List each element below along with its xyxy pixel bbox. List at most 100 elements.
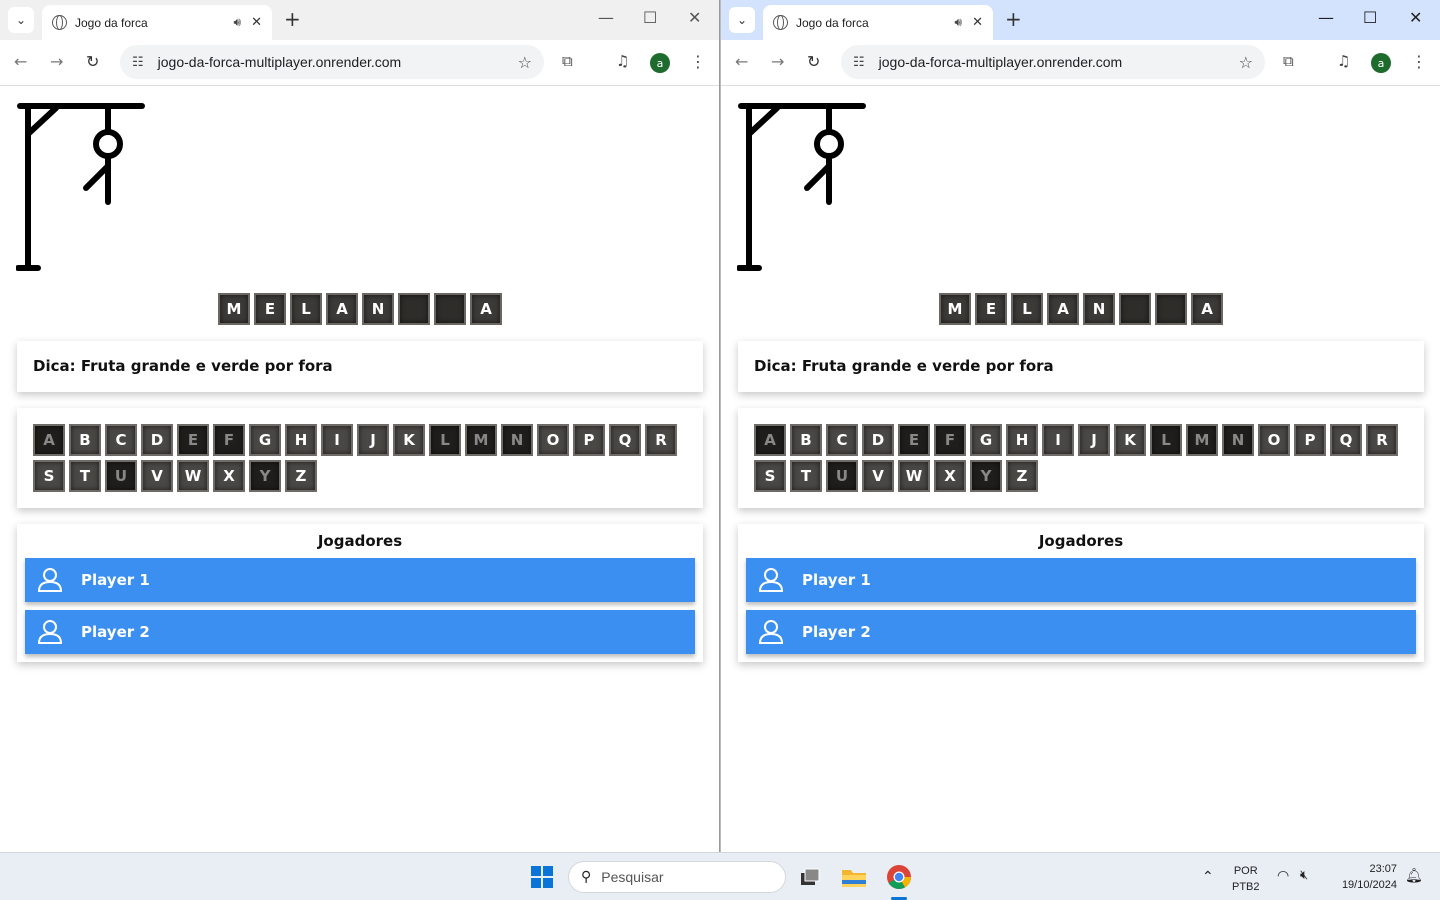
letter-key-p[interactable]: P [573, 424, 605, 456]
letter-key-b[interactable]: B [69, 424, 101, 456]
menu-kebab-icon[interactable]: ⋮ [690, 52, 706, 71]
letter-key-k[interactable]: K [393, 424, 425, 456]
letter-key-h[interactable]: H [1006, 424, 1038, 456]
letter-key-m[interactable]: M [1186, 424, 1218, 456]
bookmark-star-icon[interactable]: ☆ [518, 53, 532, 72]
letter-key-j[interactable]: J [1078, 424, 1110, 456]
clock[interactable]: 23:07 19/10/2024 [1333, 861, 1397, 893]
browser-tab[interactable]: Jogo da forca 🔊︎ ✕ [42, 5, 272, 40]
player-card[interactable]: Player 1 [25, 558, 695, 602]
back-button[interactable]: ← [735, 52, 748, 71]
chrome-icon[interactable] [883, 862, 915, 892]
letter-key-f[interactable]: F [934, 424, 966, 456]
language-indicator[interactable]: POR PTB2 [1232, 863, 1260, 895]
player-card[interactable]: Player 2 [746, 610, 1416, 654]
letter-key-n[interactable]: N [1222, 424, 1254, 456]
minimize-button[interactable]: — [598, 8, 614, 27]
reload-button[interactable]: ↻ [86, 52, 99, 71]
letter-key-x[interactable]: X [213, 460, 245, 492]
letter-key-s[interactable]: S [754, 460, 786, 492]
letter-key-g[interactable]: G [970, 424, 1002, 456]
letter-key-y[interactable]: Y [249, 460, 281, 492]
letter-key-h[interactable]: H [285, 424, 317, 456]
close-tab-icon[interactable]: ✕ [972, 15, 983, 30]
letter-key-o[interactable]: O [1258, 424, 1290, 456]
extensions-icon[interactable]: ⧉ [562, 52, 573, 70]
letter-key-v[interactable]: V [862, 460, 894, 492]
start-button[interactable] [531, 866, 553, 888]
site-info-icon[interactable]: ☷ [853, 55, 865, 70]
browser-tab[interactable]: Jogo da forca 🔊︎ ✕ [763, 5, 993, 40]
letter-key-t[interactable]: T [790, 460, 822, 492]
site-info-icon[interactable]: ☷ [132, 55, 144, 70]
close-tab-icon[interactable]: ✕ [251, 15, 262, 30]
letter-key-k[interactable]: K [1114, 424, 1146, 456]
letter-key-e[interactable]: E [898, 424, 930, 456]
new-tab-button[interactable]: + [1005, 8, 1022, 30]
letter-key-q[interactable]: Q [609, 424, 641, 456]
media-control-icon[interactable]: ♫ [616, 52, 629, 70]
menu-kebab-icon[interactable]: ⋮ [1411, 52, 1427, 71]
letter-key-f[interactable]: F [213, 424, 245, 456]
player-card[interactable]: Player 1 [746, 558, 1416, 602]
letter-key-l[interactable]: L [429, 424, 461, 456]
close-window-button[interactable]: ✕ [688, 8, 701, 27]
profile-avatar[interactable]: a [1371, 53, 1391, 73]
letter-key-l[interactable]: L [1150, 424, 1182, 456]
letter-key-c[interactable]: C [826, 424, 858, 456]
new-tab-button[interactable]: + [284, 8, 301, 30]
task-view-icon[interactable] [794, 862, 826, 892]
maximize-button[interactable]: ☐ [1363, 8, 1377, 27]
media-control-icon[interactable]: ♫ [1337, 52, 1350, 70]
tab-search-button[interactable]: ⌄ [8, 7, 34, 33]
letter-key-j[interactable]: J [357, 424, 389, 456]
letter-key-x[interactable]: X [934, 460, 966, 492]
extensions-icon[interactable]: ⧉ [1283, 52, 1294, 70]
player-card[interactable]: Player 2 [25, 610, 695, 654]
letter-key-c[interactable]: C [105, 424, 137, 456]
letter-key-y[interactable]: Y [970, 460, 1002, 492]
taskbar-search[interactable]: ⚲ Pesquisar [568, 861, 786, 893]
maximize-button[interactable]: ☐ [643, 8, 657, 27]
letter-key-u[interactable]: U [105, 460, 137, 492]
letter-key-z[interactable]: Z [285, 460, 317, 492]
address-bar[interactable]: ☷ jogo-da-forca-multiplayer.onrender.com… [841, 45, 1265, 79]
letter-key-i[interactable]: I [1042, 424, 1074, 456]
chevron-up-icon[interactable]: ⌃ [1202, 868, 1214, 885]
letter-key-q[interactable]: Q [1330, 424, 1362, 456]
speaker-icon[interactable]: 🔊︎ [955, 15, 963, 30]
profile-avatar[interactable]: a [650, 53, 670, 73]
letter-key-w[interactable]: W [177, 460, 209, 492]
letter-key-r[interactable]: R [645, 424, 677, 456]
notification-bell-icon[interactable]: 🔔︎ [1405, 867, 1423, 884]
forward-button[interactable]: → [50, 52, 63, 71]
letter-key-i[interactable]: I [321, 424, 353, 456]
letter-key-a[interactable]: A [33, 424, 65, 456]
letter-key-n[interactable]: N [501, 424, 533, 456]
letter-key-a[interactable]: A [754, 424, 786, 456]
letter-key-z[interactable]: Z [1006, 460, 1038, 492]
letter-key-w[interactable]: W [898, 460, 930, 492]
back-button[interactable]: ← [14, 52, 27, 71]
speaker-icon[interactable]: 🔊︎ [234, 15, 242, 30]
letter-key-u[interactable]: U [826, 460, 858, 492]
letter-key-s[interactable]: S [33, 460, 65, 492]
letter-key-m[interactable]: M [465, 424, 497, 456]
address-bar[interactable]: ☷ jogo-da-forca-multiplayer.onrender.com… [120, 45, 544, 79]
bookmark-star-icon[interactable]: ☆ [1239, 53, 1253, 72]
forward-button[interactable]: → [771, 52, 784, 71]
letter-key-g[interactable]: G [249, 424, 281, 456]
letter-key-v[interactable]: V [141, 460, 173, 492]
letter-key-d[interactable]: D [862, 424, 894, 456]
letter-key-r[interactable]: R [1366, 424, 1398, 456]
letter-key-e[interactable]: E [177, 424, 209, 456]
letter-key-d[interactable]: D [141, 424, 173, 456]
file-explorer-icon[interactable] [838, 862, 870, 892]
letter-key-b[interactable]: B [790, 424, 822, 456]
reload-button[interactable]: ↻ [807, 52, 820, 71]
minimize-button[interactable]: — [1318, 8, 1334, 27]
close-window-button[interactable]: ✕ [1409, 8, 1422, 27]
letter-key-p[interactable]: P [1294, 424, 1326, 456]
volume-muted-icon[interactable]: 🔇︎ [1300, 867, 1308, 883]
letter-key-o[interactable]: O [537, 424, 569, 456]
